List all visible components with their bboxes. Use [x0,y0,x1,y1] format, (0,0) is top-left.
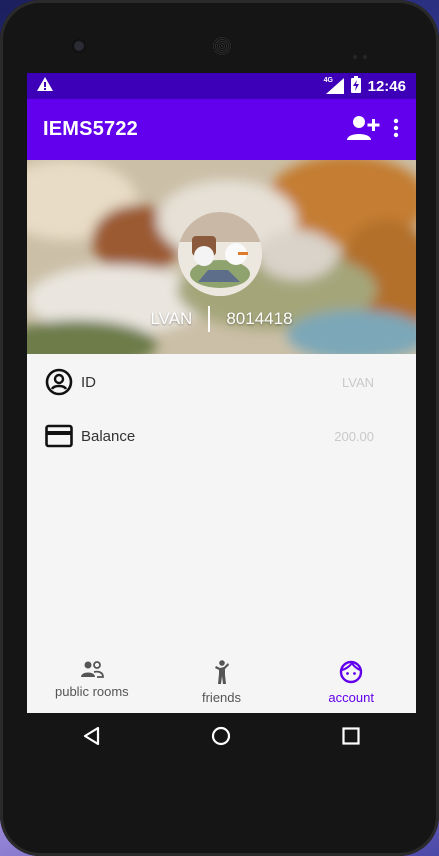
home-circle-icon [212,726,231,746]
id-label: ID [81,373,96,391]
home-button[interactable] [211,726,231,750]
more-vertical-icon [393,118,399,137]
phone-frame: 4G 12:46 IEMS5722 LVAN 8014418 ID LVAN B… [0,0,439,856]
profile-number: 8014418 [226,309,293,328]
avatar-image [178,212,262,296]
app-bar-actions [346,114,400,146]
add-friend-button[interactable] [346,114,380,146]
profile-avatar[interactable] [178,212,262,296]
app-title: IEMS5722 [43,118,138,140]
nav-account-label: account [328,690,374,705]
recents-button[interactable] [341,726,361,750]
detail-row-id: ID LVAN [27,362,416,402]
overflow-menu-button[interactable] [392,118,400,142]
nav-public-rooms[interactable]: public rooms [27,646,157,713]
id-value: LVAN [341,374,374,390]
profile-header: LVAN 8014418 [27,160,416,354]
signal-icon: 4G [323,77,344,94]
profile-divider [208,306,211,332]
bottom-navigation: public rooms friends account [27,646,416,713]
app-screen: 4G 12:46 IEMS5722 LVAN 8014418 ID LVAN B… [27,73,416,713]
people-icon [80,661,104,678]
nav-public-rooms-label: public rooms [54,684,129,699]
back-button[interactable] [82,726,102,750]
back-triangle-icon [83,726,99,746]
clock: 12:46 [367,77,406,95]
nav-friends-label: friends [201,690,242,705]
face-icon [339,660,363,684]
warning-triangle-icon [37,77,53,95]
account-circle-icon [45,368,73,396]
balance-label: Balance [81,427,136,445]
proximity-sensors [353,44,379,78]
credit-card-icon [45,424,73,448]
balance-value: 200.00 [334,428,374,444]
profile-info: LVAN 8014418 [27,306,416,332]
earpiece-speaker [212,36,232,56]
detail-row-balance: Balance 200.00 [27,416,416,456]
status-bar: 4G 12:46 [27,73,416,99]
app-bar: IEMS5722 [27,99,416,160]
status-indicators: 4G 12:46 [323,75,406,97]
battery-icon [350,75,361,97]
front-camera [74,41,84,51]
system-navigation-bar [27,713,416,763]
nav-friends[interactable]: friends [157,646,287,713]
profile-name: LVAN [150,309,193,328]
person-standing-icon [214,660,229,684]
nav-account[interactable]: account [286,646,416,713]
recents-square-icon [342,727,360,745]
network-type: 4G [323,77,333,84]
person-add-icon [347,115,380,140]
